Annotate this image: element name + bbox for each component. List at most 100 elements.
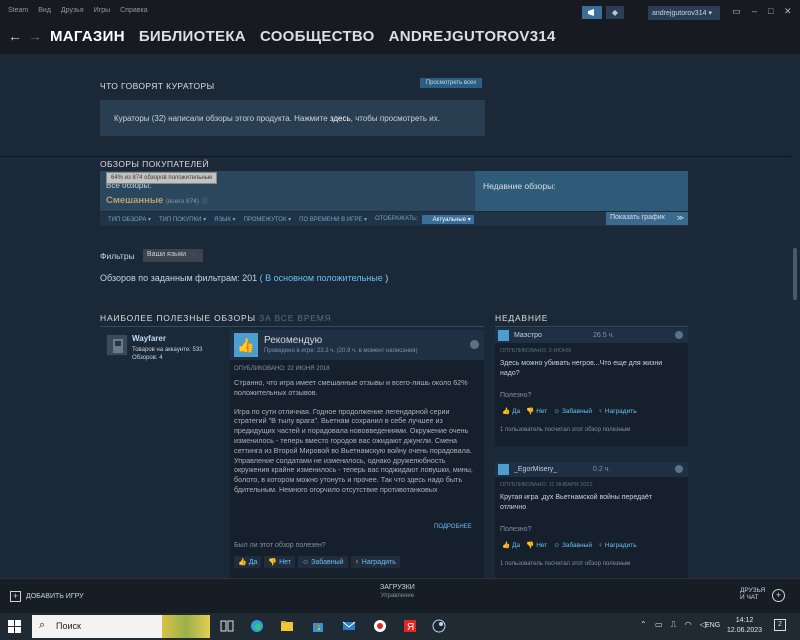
menu-item-friends[interactable]: Друзья [61,7,84,14]
recent-title: НЕДАВНИЕ [495,313,549,323]
add-game-button[interactable]: + ДОБАВИТЬ ИГРУ [10,591,84,602]
file-explorer-icon[interactable] [280,619,294,633]
steam-icon [675,331,683,339]
filter-purchase-type[interactable]: ТИП ПОКУПКИ ▾ [159,216,206,223]
filter-date-range[interactable]: ПРОМЕЖУТОК ▾ [244,216,292,223]
see-all-curators-button[interactable]: Просмотреть всех [420,78,482,88]
recent-hours: 26.5 ч. [593,332,615,339]
award-button[interactable]: ♀ Наградить [350,556,400,568]
your-languages-filter[interactable]: Ваши языки ◌ [143,249,203,262]
edge-icon[interactable] [250,619,264,633]
vote-no-button[interactable]: 👎 Нет [524,540,549,550]
yandex-icon[interactable]: Я [403,619,417,633]
back-arrow-icon[interactable]: ← [8,28,22,44]
nav-library[interactable]: БИБЛИОТЕКА [139,28,246,45]
thumbs-up-icon: 👍 [502,542,511,549]
store-icon[interactable] [311,619,325,633]
thumbs-down-icon: 👎 [526,542,535,549]
award-button[interactable]: ♀ Наградить [596,540,639,550]
nav-community[interactable]: СООБЩЕСТВО [260,28,375,45]
author-name[interactable]: Wayfarer [132,334,166,343]
recent-author[interactable]: Маэстро [514,332,542,339]
clock[interactable]: 14:12 12.06.2023 [727,616,762,636]
review-rating-text: Смешанные [106,195,164,206]
section-divider [0,156,800,157]
rating-tooltip: 64% из 874 обзоров положительные [106,172,218,184]
downloads-sub: Управление [380,593,415,599]
show-graph-button[interactable]: Показать график ≫ [606,212,688,225]
filter-language[interactable]: ЯЗЫК ▾ [214,216,235,223]
menu-item-view[interactable]: Вид [38,7,51,14]
customer-reviews-title: ОБЗОРЫ ПОКУПАТЕЛЕЙ [100,159,210,169]
windows-start-icon[interactable] [8,620,21,633]
close-icon[interactable]: ◌ [191,251,195,258]
vote-funny-button[interactable]: ☺ Забавный [551,540,594,550]
yandex-browser-icon[interactable] [373,619,387,633]
review-filter-bar: ТИП ОБЗОРА ▾ ТИП ПОКУПКИ ▾ ЯЗЫК ▾ ПРОМЕЖ… [100,212,688,226]
downloads-button[interactable]: ЗАГРУЗКИ Управление [380,584,415,599]
vote-funny-button[interactable]: ☺ Забавный [298,556,348,568]
display-select[interactable]: Актуальные ▾ [421,214,474,224]
author-reviews[interactable]: Обзоров: 4 [132,354,203,362]
nav-store[interactable]: МАГАЗИН [50,28,125,45]
usb-icon[interactable]: ⎍ [671,620,677,629]
avatar[interactable] [106,334,128,356]
scrollbar[interactable] [791,54,800,576]
taskbar-search[interactable]: ⌕ Поиск [32,615,210,638]
recent-review-card: Маэстро 26.5 ч. ОПУБЛИКОВАНО: 2 ИЮНЯ Зде… [495,328,688,446]
recent-helpful-question: Полезно? [500,392,532,399]
chevron-down-icon: ≫ [676,215,684,222]
curators-text-before: Кураторы (32) написали обзоры этого прод… [114,114,330,123]
close-icon[interactable]: ✕ [784,6,792,17]
most-helpful-period[interactable]: ЗА ВСЕ ВРЕМЯ [259,313,332,323]
announcements-button[interactable] [582,6,602,19]
vote-yes-button[interactable]: 👍 Да [500,540,522,550]
thumbs-up-icon: 👍 [502,408,511,415]
curators-here-link[interactable]: здесь [330,114,351,123]
recent-reviews-label: Недавние обзоры: [483,181,556,191]
vote-no-button[interactable]: 👎 Нет [264,556,295,568]
scrollbar-thumb[interactable] [793,248,797,300]
menu-item-steam[interactable]: Steam [8,7,28,14]
recent-author[interactable]: _EgorMisery_ [514,466,557,473]
vote-yes-button[interactable]: 👍 Да [234,556,262,568]
steam-taskbar-icon[interactable] [432,619,446,633]
review-text: Странно, что игра имеет смешанные отзывы… [234,378,476,504]
notifications-button[interactable]: ◆ [606,6,624,19]
vote-yes-button[interactable]: 👍 Да [500,406,522,416]
friends-chat-button[interactable]: ДРУЗЬЯ И ЧАТ [740,587,765,601]
review-playtime: Проведено в игре: 23.3 ч. (20.9 ч. в мом… [264,348,418,354]
minimize-icon[interactable]: – [752,6,757,16]
network-icon[interactable]: ▭ [655,620,663,629]
account-menu[interactable]: andrejgutorov314 ▾ [648,6,720,20]
task-view-icon[interactable] [220,619,234,633]
nav-profile[interactable]: ANDREJGUTOROV314 [389,28,556,45]
windows-taskbar: ⌕ Поиск Я ⌃ ▭ ⎍ ◠ ◁ ENG 14:12 12.06.2023… [0,613,800,640]
filter-playtime[interactable]: ПО ВРЕМЕНИ В ИГРЕ ▾ [299,216,367,223]
info-icon[interactable]: ⓘ [202,198,209,205]
recent-date: ОПУБЛИКОВАНО: 2 ИЮНЯ [500,348,571,354]
vote-funny-button[interactable]: ☺ Забавный [551,406,594,416]
bigpicture-icon[interactable]: ▭ [732,6,741,17]
plus-icon[interactable]: + [772,589,785,602]
forward-arrow-icon[interactable]: → [28,28,42,44]
menu-item-help[interactable]: Справка [120,7,147,14]
clock-date: 12.06.2023 [727,627,763,634]
review-rating[interactable]: Смешанные (всего 874) ⓘ [106,195,208,206]
notification-center-icon[interactable]: 2 [774,619,786,631]
author-products[interactable]: Товаров на аккаунте: 533 [132,346,203,354]
show-hidden-icons[interactable]: ⌃ [640,620,647,629]
vote-no-button[interactable]: 👎 Нет [524,406,549,416]
maximize-icon[interactable]: □ [768,6,773,16]
input-language[interactable]: ENG [705,622,720,629]
award-button[interactable]: ♀ Наградить [596,406,639,416]
mail-icon[interactable] [342,619,356,633]
wifi-icon[interactable]: ◠ [685,620,692,629]
menu-item-games[interactable]: Игры [94,7,111,14]
review-verdict[interactable]: Рекомендую [264,335,322,346]
add-game-label: ДОБАВИТЬ ИГРУ [26,593,84,600]
filtered-count: Обзоров по заданным фильтрам: 201 ( В ос… [100,273,388,283]
filter-review-type[interactable]: ТИП ОБЗОРА ▾ [108,216,151,223]
smile-icon: ☺ [302,558,310,566]
read-more-link[interactable]: ПОДРОБНЕЕ [434,524,472,530]
